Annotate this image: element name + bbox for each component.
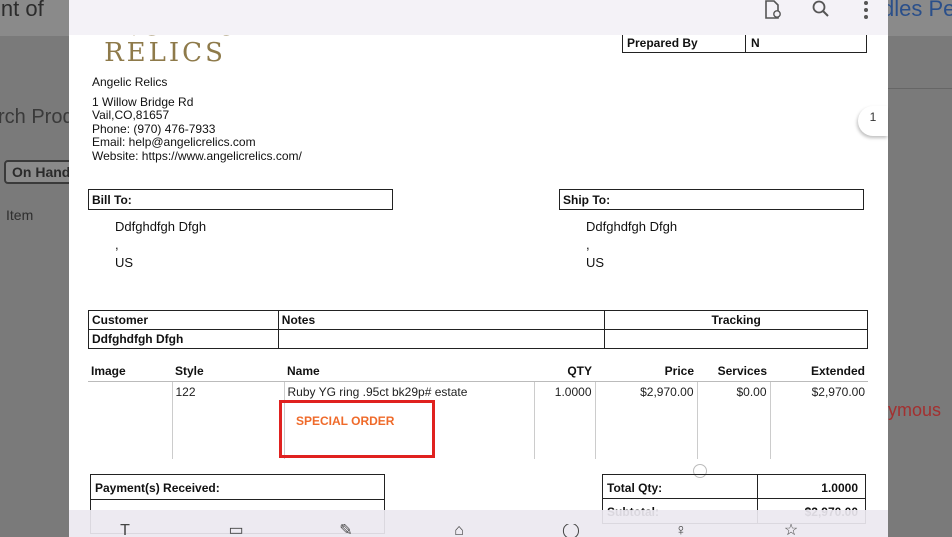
company-info: Angelic Relics 1 Willow Bridge Rd Vail,C… — [92, 75, 302, 163]
background-search-input: rch Prod — [0, 106, 74, 128]
background-divider — [888, 88, 952, 89]
background-link: dles Pe — [882, 0, 952, 21]
total-qty-value: 1.0000 — [757, 475, 866, 499]
viewer-toolbar — [69, 0, 888, 35]
bill-to-name: Ddfghdfgh Dfgh — [115, 219, 207, 234]
special-order-label: SPECIAL ORDER — [296, 414, 395, 428]
more-vertical-icon[interactable] — [851, 0, 881, 20]
background-anonymous-text: ymous — [888, 400, 942, 420]
customer-table: Customer Notes Tracking Ddfghdfgh Dfgh — [88, 310, 868, 349]
background-column-item: Item — [6, 207, 34, 223]
document-settings-icon[interactable] — [758, 0, 788, 20]
special-order-highlight: SPECIAL ORDER — [279, 400, 435, 458]
bottom-toolbar: T ▭ ✎ ⌂ ◯ ♀ ☆ — [69, 510, 888, 537]
company-address-1: 1 Willow Bridge Rd — [92, 94, 194, 109]
prepared-by-label: Prepared By — [627, 36, 698, 50]
person-icon[interactable]: ♀ — [669, 524, 693, 537]
total-qty-row: Total Qty: 1.0000 — [602, 474, 866, 499]
item-image — [88, 381, 172, 459]
column-image: Image — [88, 361, 172, 382]
items-table: Image Style Name QTY Price Services Exte… — [88, 361, 868, 459]
background-on-hand-button: On Hand — [4, 160, 79, 184]
company-address-2: Vail,CO,81657 — [92, 108, 170, 122]
company-email: Email: help@angelicrelics.com — [92, 135, 256, 149]
item-services: $0.00 — [696, 381, 770, 459]
table-row: 122 Ruby YG ring .95ct bk29p# estate 1.0… — [88, 381, 868, 459]
payments-header: Payment(s) Received: — [91, 475, 384, 500]
column-extended: Extended — [770, 361, 868, 382]
ship-to-name: Ddfghdfgh Dfgh — [586, 219, 678, 234]
column-name: Name — [284, 361, 534, 382]
star-icon[interactable]: ☆ — [779, 524, 803, 537]
total-qty-label: Total Qty: — [607, 481, 663, 495]
page-number-indicator: 1 — [858, 106, 888, 136]
column-qty: QTY — [534, 361, 595, 382]
background-title: int of — [0, 0, 44, 21]
document-viewer: ANGELIC RELICS Angelic Relics 1 Willow B… — [69, 0, 888, 537]
chat-icon[interactable]: ◯ — [559, 524, 583, 537]
column-price: Price — [595, 361, 697, 382]
calendar-icon[interactable]: ▭ — [224, 524, 248, 537]
company-name: Angelic Relics — [92, 75, 168, 89]
bill-to-header: Bill To: — [88, 189, 393, 210]
search-icon[interactable] — [806, 0, 836, 20]
ship-to-line2: , — [586, 237, 590, 252]
bill-to-address: Ddfghdfgh Dfgh , US — [115, 218, 206, 272]
item-extended: $2,970.00 — [769, 381, 868, 459]
ship-to-country: US — [586, 255, 605, 270]
prepared-by-box: Prepared By N — [622, 33, 867, 53]
company-phone: Phone: (970) 476-7933 — [92, 121, 216, 136]
column-services: Services — [697, 361, 770, 382]
customer-value: Ddfghdfgh Dfgh — [88, 329, 279, 349]
notes-header: Notes — [277, 310, 606, 330]
item-qty: 1.0000 — [533, 381, 595, 459]
column-style: Style — [172, 361, 284, 382]
ship-to-header: Ship To: — [559, 189, 864, 210]
tracking-value — [604, 329, 868, 349]
notes-value — [277, 329, 606, 349]
bill-to-country: US — [115, 255, 134, 270]
home-icon[interactable]: ⌂ — [447, 524, 471, 537]
item-style: 122 — [171, 381, 284, 459]
tracking-header: Tracking — [604, 310, 868, 330]
text-icon[interactable]: T — [113, 524, 137, 537]
bill-to-line2: , — [115, 237, 119, 252]
company-website: Website: https://www.angelicrelics.com/ — [92, 148, 302, 163]
ship-to-address: Ddfghdfgh Dfgh , US — [586, 218, 677, 272]
logo-bottom-text: RELICS — [104, 38, 226, 68]
draw-icon[interactable]: ✎ — [334, 524, 358, 537]
customer-header: Customer — [88, 310, 279, 330]
prepared-by-value: N — [745, 33, 760, 52]
item-price: $2,970.00 — [594, 381, 697, 459]
